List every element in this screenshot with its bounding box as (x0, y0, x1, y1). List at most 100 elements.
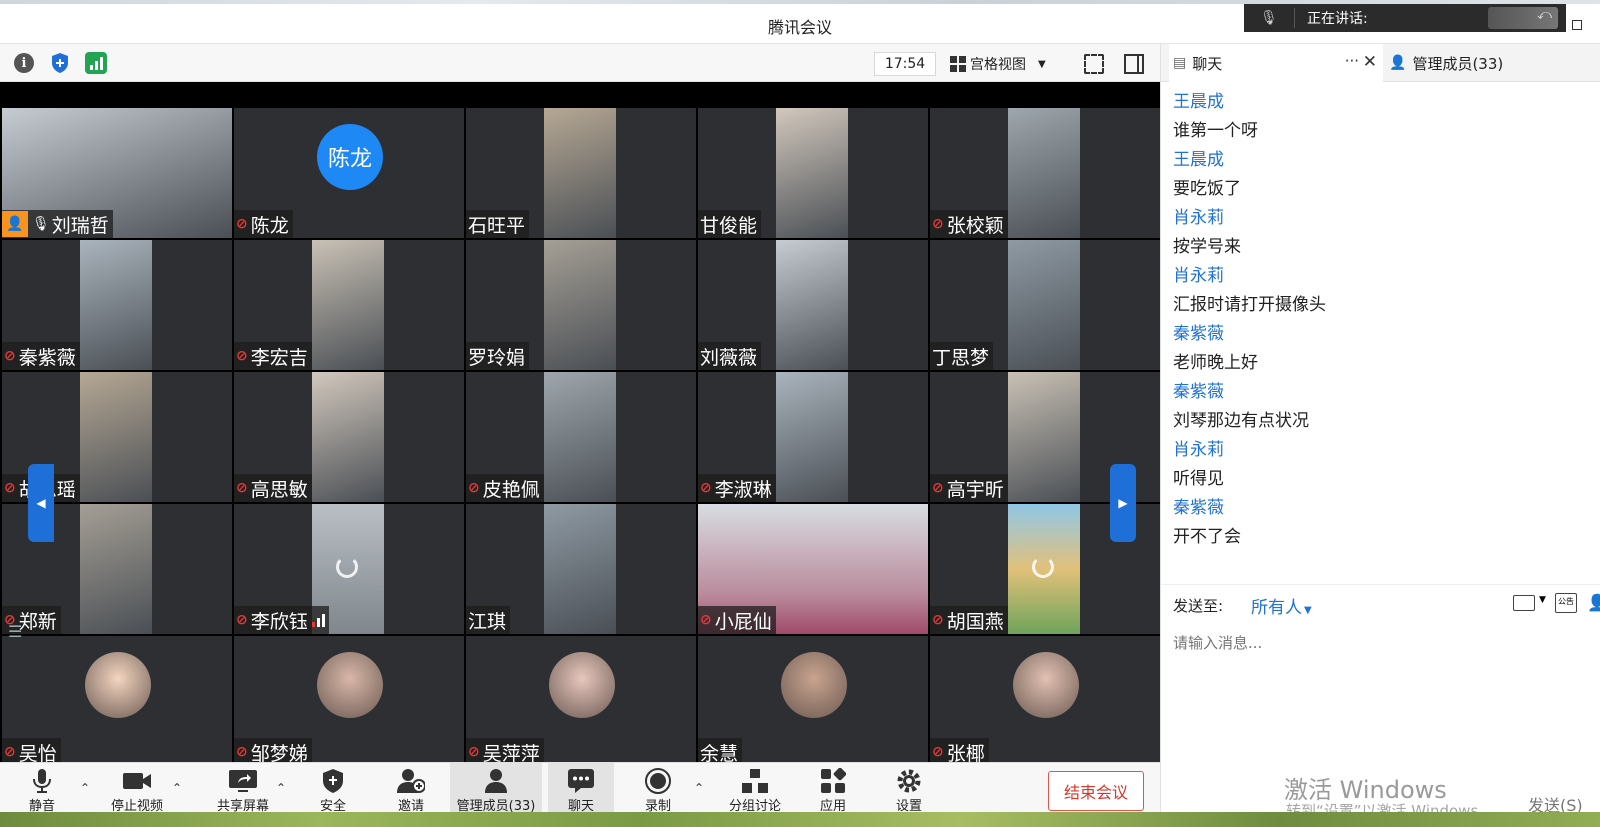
participant-tile[interactable]: 丁思梦 (930, 240, 1160, 370)
participant-name-label: ⊘ 陈龙 (234, 210, 293, 238)
participant-name-label: ⊘ 李欣钰 (234, 606, 329, 634)
mic-muted-icon: ⊘ (932, 480, 944, 496)
share-screen-button[interactable]: 共享屏幕 (208, 763, 278, 817)
fullscreen-icon[interactable] (1084, 54, 1104, 74)
participant-tile[interactable]: 江琪 (466, 504, 696, 634)
tab-chat[interactable]: ▤ 聊天 ··· ✕ (1169, 44, 1383, 82)
participant-tile[interactable]: ⊘ 小屁仙 (698, 504, 928, 634)
participant-name-label: 甘俊能 (698, 210, 762, 238)
prev-page-button[interactable]: ◀ (28, 464, 54, 542)
mic-muted-icon: ⊘ (932, 744, 944, 760)
participant-tile[interactable]: ⊘ 张校颖 (930, 108, 1160, 238)
person-icon[interactable]: 👤 (1587, 593, 1600, 613)
chat-message-sender[interactable]: 秦紫薇 (1173, 378, 1593, 407)
chat-message-sender[interactable]: 王晨成 (1173, 146, 1593, 175)
participant-tile[interactable]: ⊘ 高思敏 (234, 372, 464, 502)
record-options-chevron-icon[interactable]: ⌃ (694, 781, 704, 795)
participant-name: 高思敏 (250, 478, 308, 501)
camera-feed (776, 240, 848, 370)
chat-message-text: 老师晚上好 (1173, 353, 1258, 373)
chevron-left-icon: ◀ (36, 496, 46, 510)
security-shield-icon (322, 767, 344, 795)
record-button[interactable]: 录制 (636, 763, 680, 817)
participant-tile[interactable]: ⊘ 吴萍萍 (466, 636, 696, 766)
invite-button[interactable]: 邀请 (386, 763, 436, 817)
participant-name: 江琪 (468, 610, 507, 633)
mic-muted-icon: ⊘ (236, 612, 248, 628)
file-options-chevron-icon[interactable]: ▼ (1539, 595, 1546, 605)
chat-message-sender[interactable]: 王晨成 (1173, 88, 1593, 117)
mic-muted-icon: ⊘ (700, 480, 712, 496)
apps-button[interactable]: 应用 (808, 763, 858, 817)
restore-window-icon[interactable] (1572, 20, 1582, 30)
view-mode-dropdown[interactable]: 宫格视图 ▼ (950, 52, 1068, 76)
participant-tile[interactable]: 石旺平 (466, 108, 696, 238)
participant-name-label: 江琪 (466, 606, 511, 634)
participant-tile[interactable]: 罗玲娟 (466, 240, 696, 370)
breakout-rooms-button[interactable]: 分组讨论 (722, 763, 788, 817)
send-to-dropdown[interactable]: 所有人 ▼ (1251, 593, 1312, 618)
participant-tile[interactable]: ⊘ 李淑琳 (698, 372, 928, 502)
tab-members[interactable]: 👤 管理成员(33) (1385, 44, 1600, 82)
participant-tile[interactable]: ⊘ 秦紫薇 (2, 240, 232, 370)
mute-options-chevron-icon[interactable]: ⌃ (80, 781, 90, 795)
members-button[interactable]: 管理成员(33) (450, 763, 542, 817)
participant-name: 李淑琳 (714, 478, 772, 501)
send-to-label: 发送至: (1173, 597, 1224, 615)
avatar (1013, 652, 1079, 718)
participant-name: 小屁仙 (714, 610, 772, 633)
end-meeting-button[interactable]: 结束会议 (1048, 771, 1144, 811)
stop-video-button[interactable]: 停止视频 (102, 763, 172, 817)
participant-tile[interactable]: ⊘ 邹梦娣 (234, 636, 464, 766)
list-icon[interactable]: ☰ (8, 622, 22, 641)
participant-name-label: ⊘ 李淑琳 (698, 474, 776, 502)
mic-muted-icon: ⊘ (932, 216, 944, 232)
side-panel-toggle-icon[interactable] (1124, 54, 1144, 74)
participant-tile[interactable]: ⊘ 李欣钰 (234, 504, 464, 634)
loading-spinner-icon (1032, 556, 1054, 578)
participant-tile[interactable]: 陈龙 ⊘ 陈龙 (234, 108, 464, 238)
mute-button[interactable]: 静音 (12, 763, 72, 817)
back-icon[interactable]: ⤺ (1488, 7, 1558, 29)
speaking-indicator: 🎙 正在讲话: ⤺ (1244, 4, 1566, 32)
participant-tile[interactable]: ⊘ 张椰 (930, 636, 1160, 766)
chevron-right-icon: ▶ (1118, 496, 1128, 510)
mic-muted-icon: ⊘ (236, 744, 248, 760)
signal-strength-icon[interactable] (84, 51, 108, 75)
members-icon (483, 767, 509, 795)
chat-message-input[interactable] (1173, 634, 1573, 652)
divider (1294, 8, 1295, 28)
close-icon[interactable]: ✕ (1363, 52, 1377, 72)
chat-message-sender[interactable]: 肖永莉 (1173, 204, 1593, 233)
meeting-time: 17:54 (874, 52, 936, 76)
camera-feed (1008, 108, 1080, 238)
info-icon[interactable]: i (12, 51, 36, 75)
participant-name-label: ⊘ 高宇昕 (930, 474, 1008, 502)
announcement-icon[interactable]: 公告 (1555, 593, 1577, 613)
host-badge-icon: 👤 (2, 211, 28, 237)
chat-message-sender[interactable]: 肖永莉 (1173, 262, 1593, 291)
next-page-button[interactable]: ▶ (1110, 464, 1136, 542)
participant-tile[interactable]: 甘俊能 (698, 108, 928, 238)
settings-button[interactable]: 设置 (884, 763, 934, 817)
file-folder-icon[interactable] (1513, 595, 1535, 611)
video-grid: 👤🎙刘瑞哲陈龙⊘陈龙石旺平甘俊能⊘张校颖⊘秦紫薇⊘李宏吉罗玲娟刘薇薇丁思梦⊘胡思… (2, 108, 1160, 766)
participant-tile[interactable]: ⊘ 皮艳佩 (466, 372, 696, 502)
chat-message-text: 汇报时请打开摄像头 (1173, 295, 1326, 315)
chat-message-sender[interactable]: 秦紫薇 (1173, 494, 1593, 523)
shield-icon[interactable] (48, 51, 72, 75)
participant-tile[interactable]: 余慧 (698, 636, 928, 766)
more-options-icon[interactable]: ··· (1345, 52, 1359, 70)
video-options-chevron-icon[interactable]: ⌃ (172, 781, 182, 795)
participant-tile[interactable]: 刘薇薇 (698, 240, 928, 370)
mic-muted-icon: ⊘ (4, 744, 16, 760)
participant-tile[interactable]: ⊘ 吴怡 (2, 636, 232, 766)
chat-message-sender[interactable]: 秦紫薇 (1173, 320, 1593, 349)
participant-tile[interactable]: 👤 🎙 刘瑞哲 (2, 108, 232, 238)
chat-message-sender[interactable]: 肖永莉 (1173, 436, 1593, 465)
security-button[interactable]: 安全 (308, 763, 358, 817)
participant-tile[interactable]: ⊘ 李宏吉 (234, 240, 464, 370)
avatar (317, 652, 383, 718)
chat-button[interactable]: 聊天 (548, 763, 614, 817)
share-options-chevron-icon[interactable]: ⌃ (276, 781, 286, 795)
